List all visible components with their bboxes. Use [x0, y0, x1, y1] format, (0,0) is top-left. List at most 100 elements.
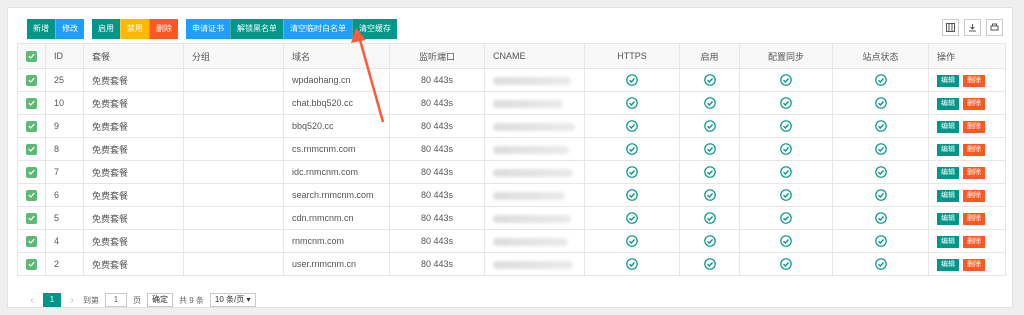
row-checkbox[interactable] [17, 68, 46, 92]
table-row[interactable]: 8 免费套餐 cs.rnmcnm.com 80 443s 编辑 删除 [17, 137, 1006, 161]
table-row[interactable]: 25 免费套餐 wpdaohang.cn 80 443s 编辑 删除 [17, 68, 1006, 92]
row-checkbox[interactable] [17, 114, 46, 138]
https-ok-icon [584, 160, 680, 184]
row-plan: 免费套餐 [83, 229, 184, 253]
row-delete-button[interactable]: 删除 [963, 143, 985, 156]
row-plan: 免费套餐 [83, 252, 184, 276]
config-sync-ok-icon [739, 68, 833, 92]
goto-confirm-button[interactable]: 确定 [147, 293, 173, 307]
row-group [183, 183, 284, 207]
export-icon[interactable] [964, 19, 981, 36]
col-config-sync: 配置同步 [739, 43, 833, 69]
row-edit-button[interactable]: 编辑 [937, 258, 959, 271]
disable-button[interactable]: 禁用 [120, 19, 149, 39]
row-domain: search.rnmcnm.com [283, 183, 390, 207]
clear-whitelist-button[interactable]: 清空临时白名单 [283, 19, 352, 39]
row-checkbox[interactable] [17, 160, 46, 184]
col-actions: 操作 [928, 43, 1006, 69]
row-ports: 80 443s [389, 206, 485, 230]
table-row[interactable]: 4 免费套餐 rnmcnm.com 80 443s 编辑 删除 [17, 229, 1006, 253]
row-edit-button[interactable]: 编辑 [937, 166, 959, 179]
row-edit-button[interactable]: 编辑 [937, 143, 959, 156]
edit-button[interactable]: 修改 [55, 19, 84, 39]
enabled-ok-icon [679, 229, 740, 253]
site-status-ok-icon [832, 206, 929, 230]
row-delete-button[interactable]: 删除 [963, 258, 985, 271]
unban-button[interactable]: 解锁黑名单 [230, 19, 283, 39]
row-plan: 免费套餐 [83, 206, 184, 230]
row-delete-button[interactable]: 删除 [963, 235, 985, 248]
site-status-ok-icon [832, 114, 929, 138]
row-plan: 免费套餐 [83, 137, 184, 161]
row-edit-button[interactable]: 编辑 [937, 235, 959, 248]
config-sync-ok-icon [739, 137, 833, 161]
table-row[interactable]: 9 免费套餐 bbq520.cc 80 443s 编辑 删除 [17, 114, 1006, 138]
config-sync-ok-icon [739, 91, 833, 115]
row-cname-redacted [484, 160, 585, 184]
row-edit-button[interactable]: 编辑 [937, 212, 959, 225]
current-page[interactable]: 1 [43, 293, 61, 307]
row-delete-button[interactable]: 删除 [963, 74, 985, 87]
add-button[interactable]: 新增 [27, 19, 55, 39]
next-page-icon[interactable]: › [67, 295, 77, 306]
row-group [183, 68, 284, 92]
https-ok-icon [584, 137, 680, 161]
goto-label: 到第 [83, 295, 99, 305]
table-row[interactable]: 6 免费套餐 search.rnmcnm.com 80 443s 编辑 删除 [17, 183, 1006, 207]
row-checkbox[interactable] [17, 137, 46, 161]
row-plan: 免费套餐 [83, 91, 184, 115]
col-ports: 监听端口 [389, 43, 485, 69]
row-id: 6 [45, 183, 84, 207]
row-actions: 编辑 删除 [928, 183, 1006, 207]
row-delete-button[interactable]: 删除 [963, 97, 985, 110]
col-id[interactable]: ID [45, 43, 84, 69]
row-delete-button[interactable]: 删除 [963, 212, 985, 225]
enabled-ok-icon [679, 137, 740, 161]
row-cname-redacted [484, 206, 585, 230]
table-row[interactable]: 2 免费套餐 user.rnmcnm.cn 80 443s 编辑 删除 [17, 252, 1006, 276]
row-delete-button[interactable]: 删除 [963, 189, 985, 202]
row-checkbox[interactable] [17, 183, 46, 207]
table-row[interactable]: 7 免费套餐 idc.rnmcnm.com 80 443s 编辑 删除 [17, 160, 1006, 184]
row-actions: 编辑 删除 [928, 91, 1006, 115]
page-size-select[interactable]: 10 条/页 ▾ [209, 293, 256, 307]
enabled-ok-icon [679, 160, 740, 184]
row-edit-button[interactable]: 编辑 [937, 189, 959, 202]
col-https: HTTPS [584, 43, 680, 69]
row-checkbox[interactable] [17, 206, 46, 230]
row-group [183, 91, 284, 115]
row-edit-button[interactable]: 编辑 [937, 74, 959, 87]
row-ports: 80 443s [389, 91, 485, 115]
page-unit-label: 页 [133, 295, 141, 305]
apply-cert-button[interactable]: 申请证书 [186, 19, 230, 39]
toolbar-group-status: 启用 禁用 删除 [92, 19, 178, 39]
enable-button[interactable]: 启用 [92, 19, 120, 39]
row-cname-redacted [484, 137, 585, 161]
row-edit-button[interactable]: 编辑 [937, 120, 959, 133]
row-checkbox[interactable] [17, 91, 46, 115]
row-edit-button[interactable]: 编辑 [937, 97, 959, 110]
print-icon[interactable] [986, 19, 1003, 36]
clear-cache-button[interactable]: 清空缓存 [352, 19, 397, 39]
row-delete-button[interactable]: 删除 [963, 166, 985, 179]
row-actions: 编辑 删除 [928, 229, 1006, 253]
row-ports: 80 443s [389, 252, 485, 276]
select-all-checkbox[interactable] [17, 43, 46, 69]
config-sync-ok-icon [739, 183, 833, 207]
columns-icon[interactable] [942, 19, 959, 36]
row-delete-button[interactable]: 删除 [963, 120, 985, 133]
row-id: 10 [45, 91, 84, 115]
enabled-ok-icon [679, 68, 740, 92]
table-row[interactable]: 10 免费套餐 chat.bbq520.cc 80 443s 编辑 删除 [17, 91, 1006, 115]
delete-button[interactable]: 删除 [149, 19, 178, 39]
row-checkbox[interactable] [17, 252, 46, 276]
enabled-ok-icon [679, 206, 740, 230]
col-cname: CNAME [484, 43, 585, 69]
page-input[interactable]: 1 [105, 293, 127, 307]
col-group: 分组 [183, 43, 284, 69]
row-checkbox[interactable] [17, 229, 46, 253]
row-group [183, 206, 284, 230]
prev-page-icon[interactable]: ‹ [27, 295, 37, 306]
table-row[interactable]: 5 免费套餐 cdn.rnmcnm.cn 80 443s 编辑 删除 [17, 206, 1006, 230]
site-status-ok-icon [832, 229, 929, 253]
